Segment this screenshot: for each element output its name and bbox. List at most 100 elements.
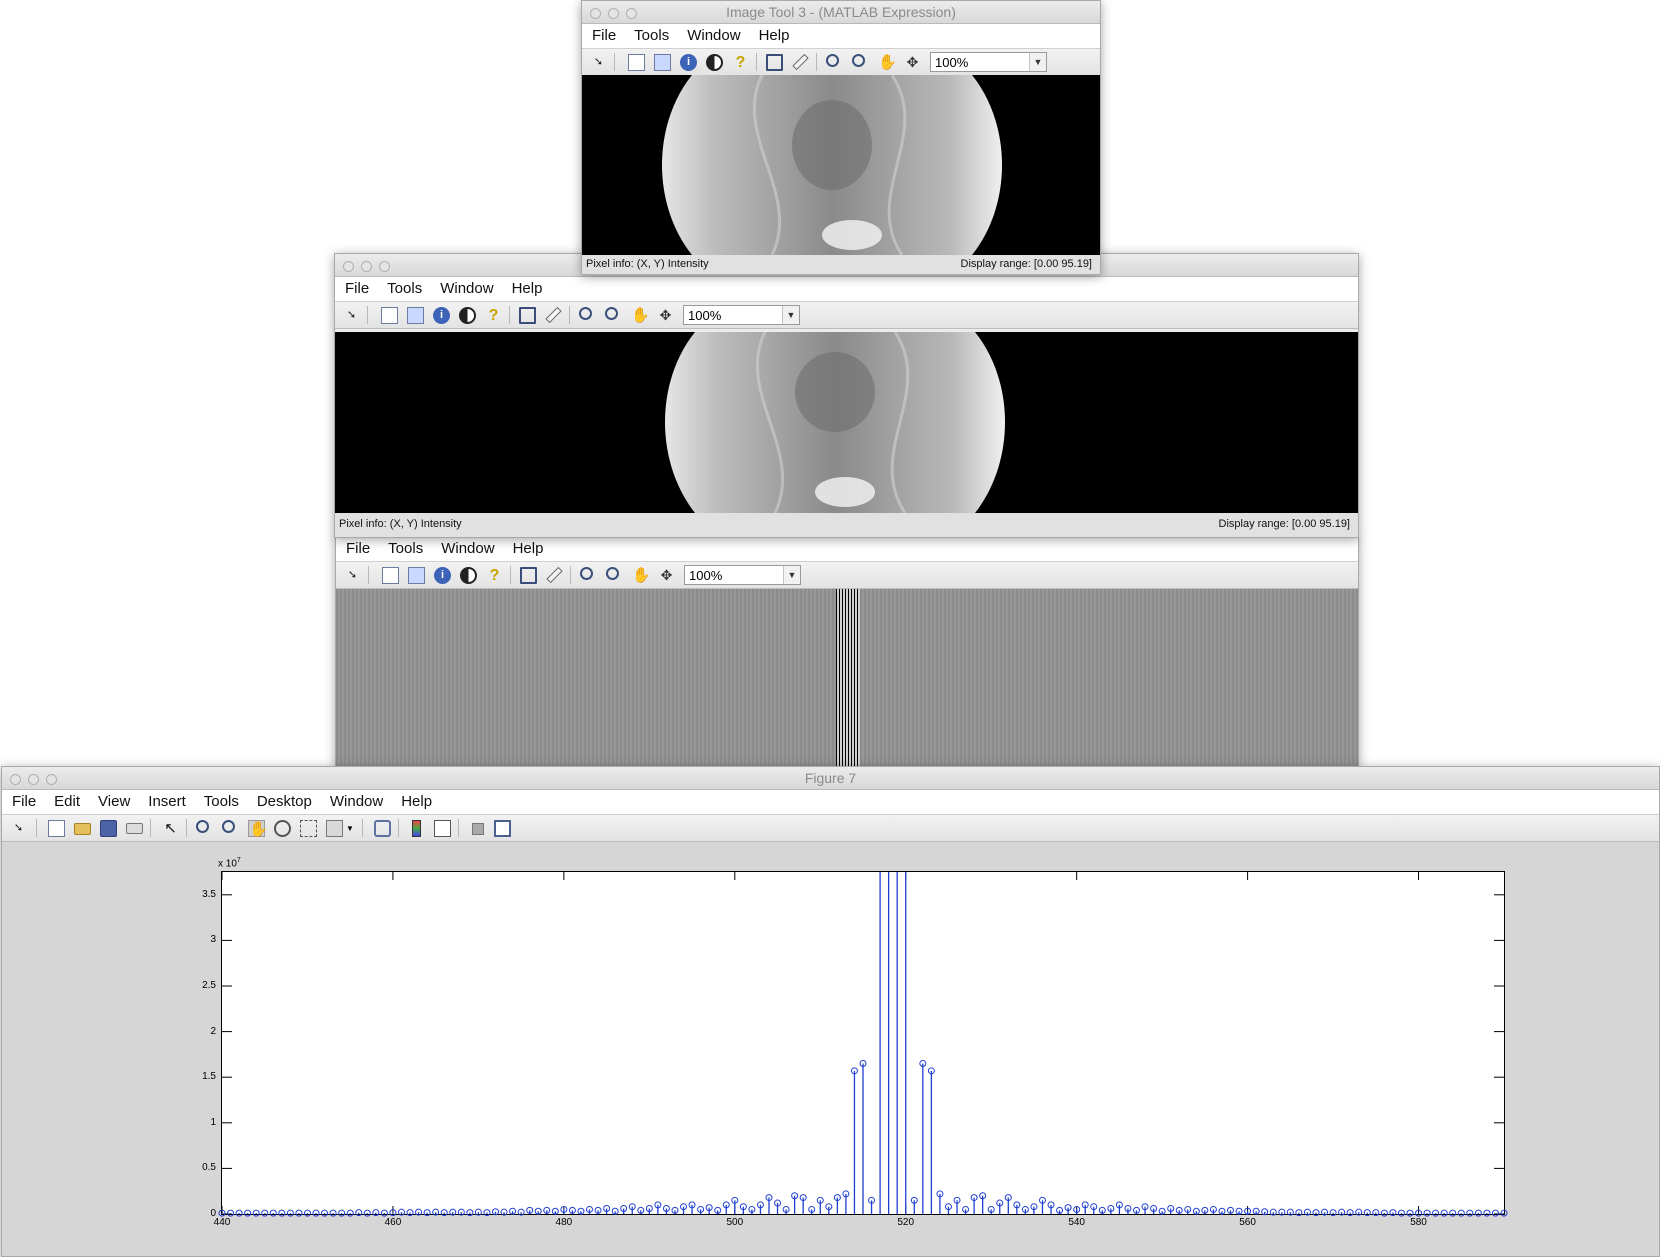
sinogram-graphic <box>662 75 1002 255</box>
image-info-icon[interactable] <box>407 307 424 324</box>
chevron-down-icon[interactable]: ▼ <box>782 306 799 324</box>
zoom-in-icon[interactable] <box>196 820 209 833</box>
contrast-icon[interactable] <box>459 307 476 324</box>
separator <box>150 819 151 837</box>
image-info-icon[interactable] <box>408 567 425 584</box>
menubar: File Tools Window Help <box>335 277 1358 302</box>
help-icon[interactable]: ? <box>485 307 502 324</box>
rotate-icon[interactable] <box>274 820 291 837</box>
menu-window[interactable]: Window <box>677 24 748 44</box>
arrow-icon[interactable]: ➘ <box>590 54 607 71</box>
arrow-icon[interactable]: ➘ <box>343 307 360 324</box>
document-icon[interactable] <box>382 567 399 584</box>
arrow-icon[interactable]: ➘ <box>344 567 361 584</box>
zoom-combo[interactable]: 100% ▼ <box>684 565 801 585</box>
menu-help[interactable]: Help <box>749 24 798 44</box>
x-tick-label: 540 <box>1068 1217 1085 1228</box>
overview-icon[interactable]: ✥ <box>658 567 675 584</box>
menu-help[interactable]: Help <box>502 277 551 297</box>
legend-icon[interactable] <box>434 820 451 837</box>
contrast-icon[interactable] <box>706 54 723 71</box>
info-icon[interactable]: i <box>433 307 450 324</box>
menu-edit[interactable]: Edit <box>44 790 88 810</box>
new-figure-icon[interactable] <box>48 820 65 837</box>
chevron-down-icon[interactable]: ▼ <box>346 820 363 837</box>
zoom-in-icon[interactable] <box>579 307 592 320</box>
chevron-down-icon[interactable]: ▼ <box>1029 53 1046 71</box>
zoom-combo[interactable]: 100% ▼ <box>683 305 800 325</box>
chevron-down-icon[interactable]: ▼ <box>783 566 800 584</box>
menu-file[interactable]: File <box>582 24 624 44</box>
select-icon[interactable]: ↖ <box>162 820 179 837</box>
close-icon[interactable] <box>343 261 354 272</box>
hide-tools-icon[interactable] <box>472 823 484 835</box>
info-icon[interactable]: i <box>680 54 697 71</box>
zoom-in-icon[interactable] <box>826 54 839 67</box>
document-icon[interactable] <box>628 54 645 71</box>
overview-icon[interactable]: ✥ <box>904 54 921 71</box>
menu-window[interactable]: Window <box>430 277 501 297</box>
menu-tools[interactable]: Tools <box>377 277 430 297</box>
pan-icon[interactable]: ✋ <box>248 820 268 838</box>
crop-icon[interactable] <box>519 307 536 324</box>
zoom-out-icon[interactable] <box>852 54 865 67</box>
overview-icon[interactable]: ✥ <box>657 307 674 324</box>
menu-file[interactable]: File <box>2 790 44 810</box>
zoom-combo[interactable]: 100% ▼ <box>930 52 1047 72</box>
ruler-icon[interactable] <box>792 53 809 71</box>
link-icon[interactable] <box>374 820 391 837</box>
toolbar: ➘ i ? ✋ ✥ 100% ▼ <box>582 49 1100 76</box>
save-icon[interactable] <box>100 820 117 837</box>
zoom-out-icon[interactable] <box>222 820 235 833</box>
zoom-in-icon[interactable] <box>580 567 593 580</box>
pan-icon[interactable]: ✋ <box>878 54 897 71</box>
menu-tools[interactable]: Tools <box>378 537 431 557</box>
print-icon[interactable] <box>126 823 143 834</box>
menu-file[interactable]: File <box>336 537 378 557</box>
separator <box>362 819 363 837</box>
ruler-icon[interactable] <box>546 566 563 584</box>
menu-tools[interactable]: Tools <box>194 790 247 810</box>
menu-help[interactable]: Help <box>391 790 440 810</box>
separator <box>186 819 187 837</box>
stem-marker <box>483 1209 491 1217</box>
separator <box>398 819 399 837</box>
image-tool-3-window: Image Tool 3 - (MATLAB Expression) File T… <box>581 0 1101 275</box>
brush-icon[interactable] <box>326 820 343 837</box>
crop-icon[interactable] <box>766 54 783 71</box>
stem-marker <box>372 1209 380 1217</box>
image-info-icon[interactable] <box>654 54 671 71</box>
zoom-value: 100% <box>688 308 722 323</box>
y-tick-label: 2.5 <box>202 980 216 991</box>
help-icon[interactable]: ? <box>732 54 749 71</box>
data-cursor-icon[interactable] <box>300 820 317 837</box>
open-icon[interactable] <box>74 823 91 835</box>
menu-view[interactable]: View <box>88 790 138 810</box>
separator <box>756 53 757 71</box>
zoom-out-icon[interactable] <box>606 567 619 580</box>
arrow-icon[interactable]: ➘ <box>10 820 27 837</box>
separator <box>367 306 368 324</box>
minimize-icon[interactable] <box>361 261 372 272</box>
info-icon[interactable]: i <box>434 567 451 584</box>
ruler-icon[interactable] <box>545 306 562 324</box>
help-icon[interactable]: ? <box>486 567 503 584</box>
zoom-out-icon[interactable] <box>605 307 618 320</box>
contrast-icon[interactable] <box>460 567 477 584</box>
pan-icon[interactable]: ✋ <box>631 307 650 324</box>
crop-icon[interactable] <box>520 567 537 584</box>
plot-area[interactable] <box>218 871 1508 1217</box>
zoom-window-icon[interactable] <box>379 261 390 272</box>
pan-icon[interactable]: ✋ <box>632 567 651 584</box>
colorbar-icon[interactable] <box>412 820 421 837</box>
menu-window[interactable]: Window <box>320 790 391 810</box>
menu-insert[interactable]: Insert <box>138 790 194 810</box>
show-tools-icon[interactable] <box>494 820 511 837</box>
menu-file[interactable]: File <box>335 277 377 297</box>
menu-desktop[interactable]: Desktop <box>247 790 320 810</box>
menu-tools[interactable]: Tools <box>624 24 677 44</box>
menu-window[interactable]: Window <box>431 537 502 557</box>
separator <box>458 819 459 837</box>
document-icon[interactable] <box>381 307 398 324</box>
menu-help[interactable]: Help <box>503 537 552 557</box>
